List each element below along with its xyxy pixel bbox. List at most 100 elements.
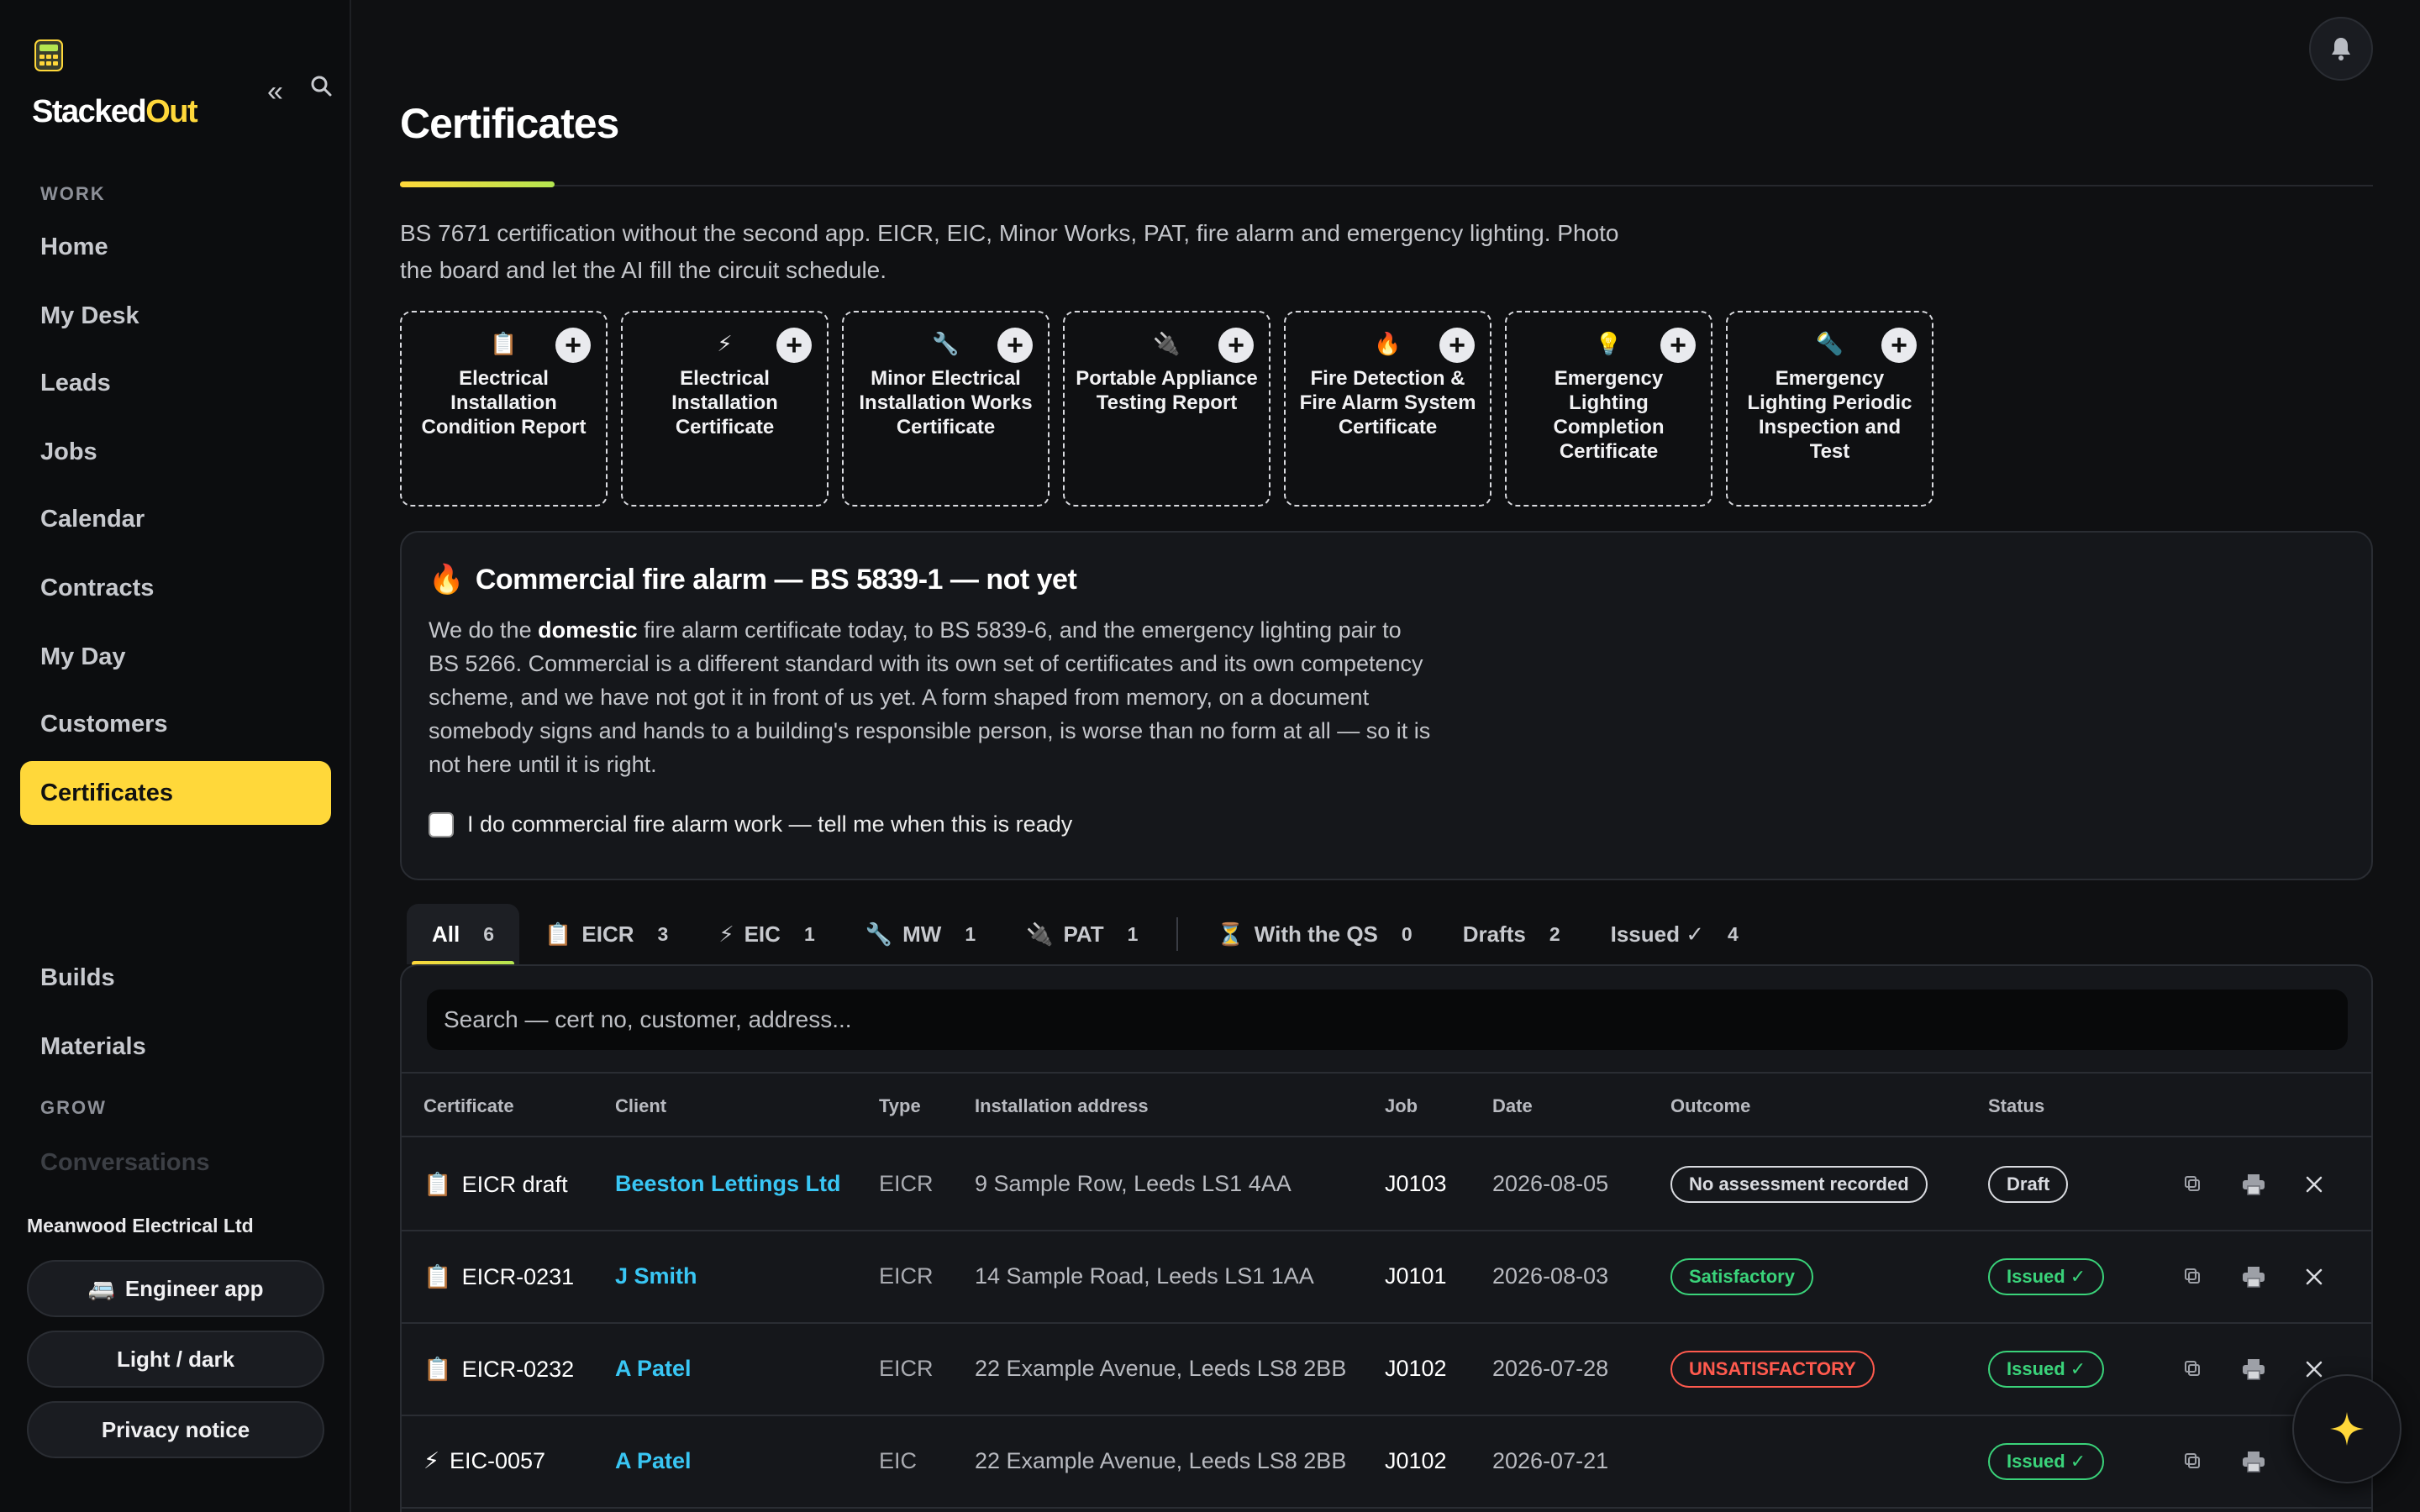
nav-my-desk[interactable]: My Desk — [20, 284, 331, 348]
table-row[interactable]: ⚡ EIC-0057 A Patel EIC 22 Example Avenue, Le… — [402, 1416, 2371, 1509]
notify-checkbox[interactable] — [429, 811, 454, 837]
new-minor-works-card[interactable]: 🔧 Minor Electrical Installation Works Ce… — [842, 311, 1050, 507]
new-emergency-lighting-completion-card[interactable]: 💡 Emergency Lighting Completion Certific… — [1505, 311, 1712, 507]
duplicate-icon[interactable] — [2178, 1354, 2208, 1384]
nav-jobs[interactable]: Jobs — [20, 420, 331, 484]
notify-when-ready-row[interactable]: I do commercial fire alarm work — tell m… — [429, 811, 1072, 837]
plus-icon[interactable]: + — [1439, 328, 1475, 363]
nav-calendar[interactable]: Calendar — [20, 487, 331, 551]
installation-address: 9 Sample Row, Leeds LS1 4AA — [975, 1171, 1292, 1196]
new-emergency-lighting-periodic-card[interactable]: 🔦 Emergency Lighting Periodic Inspection… — [1726, 311, 1933, 507]
new-fire-alarm-card[interactable]: 🔥 Fire Detection & Fire Alarm System Cer… — [1284, 311, 1491, 507]
print-icon[interactable] — [2238, 1262, 2269, 1292]
plug-icon: 🔌 — [1026, 921, 1054, 947]
brand-wordmark[interactable]: StackedOut — [32, 94, 198, 130]
nav-certificates[interactable]: Certificates — [20, 761, 331, 825]
installation-address: 22 Example Avenue, Leeds LS8 2BB — [975, 1448, 1347, 1473]
print-icon[interactable] — [2238, 1354, 2269, 1384]
new-pat-card[interactable]: 🔌 Portable Appliance Testing Report + — [1063, 311, 1270, 507]
van-icon: 🚐 — [87, 1275, 115, 1301]
nav-leads[interactable]: Leads — [20, 351, 331, 415]
nav-home[interactable]: Home — [20, 215, 331, 279]
print-icon[interactable] — [2238, 1446, 2269, 1477]
column-outcome[interactable]: Outcome — [1670, 1095, 1750, 1117]
tab-issued[interactable]: Issued ✓ 4 — [1586, 904, 1764, 964]
notice-body: We do the domestic fire alarm certificat… — [429, 617, 1431, 777]
certificate-date: 2026-08-03 — [1492, 1263, 1609, 1289]
nav-my-day[interactable]: My Day — [20, 625, 331, 689]
certificate-type-icon: 📋 — [424, 1172, 452, 1197]
duplicate-icon[interactable] — [2178, 1169, 2208, 1200]
column-job[interactable]: Job — [1385, 1095, 1418, 1117]
outcome-badge: UNSATISFACTORY — [1670, 1351, 1875, 1388]
column-certificate[interactable]: Certificate — [424, 1095, 514, 1117]
status-badge: Issued ✓ — [1988, 1258, 2105, 1295]
nav-materials[interactable]: Materials — [20, 1015, 331, 1079]
delete-icon[interactable] — [2299, 1262, 2329, 1292]
sidebar: StackedOut « WORK Home My Desk Leads Job… — [0, 0, 351, 1512]
nav-customers[interactable]: Customers — [20, 692, 331, 756]
certificate-number[interactable]: 📋 EICR-0232 — [424, 1356, 574, 1383]
table-row[interactable]: 📋 EICR draft Beeston Lettings Ltd EICR 9 Sam… — [402, 1139, 2371, 1231]
tab-all[interactable]: All 6 — [407, 904, 520, 966]
plus-icon[interactable]: + — [1660, 328, 1696, 363]
client-link[interactable]: A Patel — [615, 1356, 692, 1382]
certificate-number[interactable]: 📋 EICR draft — [424, 1171, 568, 1198]
client-link[interactable]: Beeston Lettings Ltd — [615, 1171, 841, 1197]
tab-pat[interactable]: 🔌 PAT 1 — [1001, 904, 1163, 964]
plus-icon[interactable]: + — [776, 328, 812, 363]
plus-icon[interactable]: + — [1218, 328, 1254, 363]
table-row[interactable]: 📋 EICR-0232 A Patel EICR 22 Example Avenue, … — [402, 1324, 2371, 1416]
print-icon[interactable] — [2238, 1169, 2269, 1200]
column-status[interactable]: Status — [1988, 1095, 2044, 1117]
collapse-sidebar-icon[interactable]: « — [267, 76, 283, 108]
nav-conversations[interactable]: Conversations — [20, 1131, 331, 1194]
certificates-table: Search — cert no, customer, address... C… — [400, 964, 2373, 1512]
plus-icon[interactable]: + — [555, 328, 591, 363]
tab-eic[interactable]: ⚡ EIC 1 — [693, 904, 839, 964]
notifications-bell-icon[interactable] — [2309, 17, 2373, 81]
tab-drafts[interactable]: Drafts 2 — [1438, 904, 1586, 964]
certificate-type-icon: ⚡ — [424, 1448, 439, 1473]
new-eic-card[interactable]: ⚡ Electrical Installation Certificate + — [621, 311, 829, 507]
job-number: J0102 — [1385, 1356, 1447, 1381]
plus-icon[interactable]: + — [1881, 328, 1917, 363]
table-row[interactable]: 📋 EICR-0231 J Smith EICR 14 Sample Road, Lee… — [402, 1231, 2371, 1324]
engineer-app-button[interactable]: 🚐 Engineer app — [27, 1260, 324, 1317]
tab-with-the-qs[interactable]: ⏳ With the QS 0 — [1192, 904, 1437, 964]
column-date[interactable]: Date — [1492, 1095, 1533, 1117]
privacy-notice-button[interactable]: Privacy notice — [27, 1401, 324, 1458]
certificate-number[interactable]: ⚡ EIC-0057 — [424, 1448, 545, 1474]
title-accent-bar — [400, 181, 555, 187]
theme-toggle-button[interactable]: Light / dark — [27, 1331, 324, 1388]
column-address[interactable]: Installation address — [975, 1095, 1149, 1117]
nav-contracts[interactable]: Contracts — [20, 556, 331, 620]
ai-assistant-sparkle-icon[interactable] — [2292, 1374, 2402, 1483]
lightning-icon: ⚡ — [718, 921, 734, 947]
plus-icon[interactable]: + — [997, 328, 1033, 363]
certificate-type: EICR — [879, 1171, 934, 1196]
search-icon[interactable] — [309, 74, 333, 102]
certificate-filter-tabs: All 6 📋 EICR 3 ⚡ EIC 1 🔧 MW 1 🔌 PAT 1 ⏳ With the Q… — [407, 904, 1764, 966]
title-divider — [400, 185, 2373, 186]
certificate-type-icon: 📋 — [424, 1357, 452, 1382]
page-intro: BS 7671 certification without the second… — [400, 220, 1619, 283]
duplicate-icon[interactable] — [2178, 1262, 2208, 1292]
nav-builds[interactable]: Builds — [20, 946, 331, 1010]
column-client[interactable]: Client — [615, 1095, 666, 1117]
outcome-badge: No assessment recorded — [1670, 1166, 1928, 1203]
installation-address: 22 Example Avenue, Leeds LS8 2BB — [975, 1356, 1347, 1381]
outcome-badge: Satisfactory — [1670, 1258, 1813, 1295]
section-label-work: WORK — [40, 183, 106, 204]
tab-mw[interactable]: 🔧 MW 1 — [840, 904, 1001, 964]
delete-icon[interactable] — [2299, 1169, 2329, 1200]
client-link[interactable]: A Patel — [615, 1448, 692, 1474]
column-type[interactable]: Type — [879, 1095, 921, 1117]
duplicate-icon[interactable] — [2178, 1446, 2208, 1477]
certificate-search-input[interactable]: Search — cert no, customer, address... — [427, 990, 2348, 1050]
certificate-number[interactable]: 📋 EICR-0231 — [424, 1263, 574, 1290]
table-header: Certificate Client Type Installation add… — [402, 1072, 2371, 1137]
tab-eicr[interactable]: 📋 EICR 3 — [519, 904, 693, 964]
new-eicr-card[interactable]: 📋 Electrical Installation Condition Repo… — [400, 311, 608, 507]
client-link[interactable]: J Smith — [615, 1263, 697, 1289]
